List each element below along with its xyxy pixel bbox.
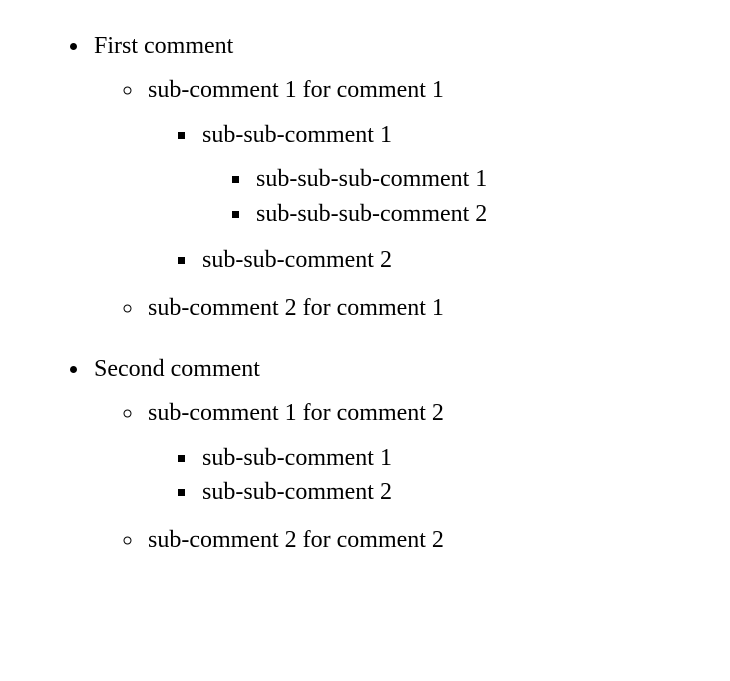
comment-text: sub-sub-comment 2 [202,479,392,505]
comment-text: sub-comment 2 for comment 2 [148,527,444,553]
list-item: sub-sub-comment 2 [198,244,710,276]
comment-text: sub-comment 2 for comment 1 [148,295,444,321]
comment-text: sub-sub-comment 1 [202,122,392,148]
comment-text: sub-sub-sub-comment 1 [256,166,487,192]
sub-sub-comment-list: sub-sub-comment 1 sub-sub-comment 2 [148,442,710,509]
list-item: Second comment sub-comment 1 for comment… [90,353,710,557]
list-item: sub-sub-comment 1 [198,442,710,474]
sub-comment-list: sub-comment 1 for comment 2 sub-sub-comm… [94,397,710,557]
list-item: sub-comment 2 for comment 1 [144,292,710,324]
comment-text: First comment [94,33,233,59]
comment-text: sub-sub-sub-comment 2 [256,201,487,227]
comment-text: sub-sub-comment 1 [202,445,392,471]
comment-list: First comment sub-comment 1 for comment … [20,30,710,557]
list-item: sub-sub-sub-comment 1 [252,163,710,195]
list-item: sub-comment 2 for comment 2 [144,524,710,556]
sub-comment-list: sub-comment 1 for comment 1 sub-sub-comm… [94,74,710,324]
list-item: sub-comment 1 for comment 1 sub-sub-comm… [144,74,710,276]
list-item: First comment sub-comment 1 for comment … [90,30,710,325]
sub-sub-sub-comment-list: sub-sub-sub-comment 1 sub-sub-sub-commen… [202,163,710,230]
comment-text: sub-comment 1 for comment 2 [148,400,444,426]
list-item: sub-comment 1 for comment 2 sub-sub-comm… [144,397,710,508]
sub-sub-comment-list: sub-sub-comment 1 sub-sub-sub-comment 1 … [148,119,710,277]
list-item: sub-sub-sub-comment 2 [252,198,710,230]
comment-text: sub-sub-comment 2 [202,247,392,273]
comment-text: Second comment [94,356,260,382]
list-item: sub-sub-comment 1 sub-sub-sub-comment 1 … [198,119,710,230]
comment-text: sub-comment 1 for comment 1 [148,77,444,103]
list-item: sub-sub-comment 2 [198,476,710,508]
